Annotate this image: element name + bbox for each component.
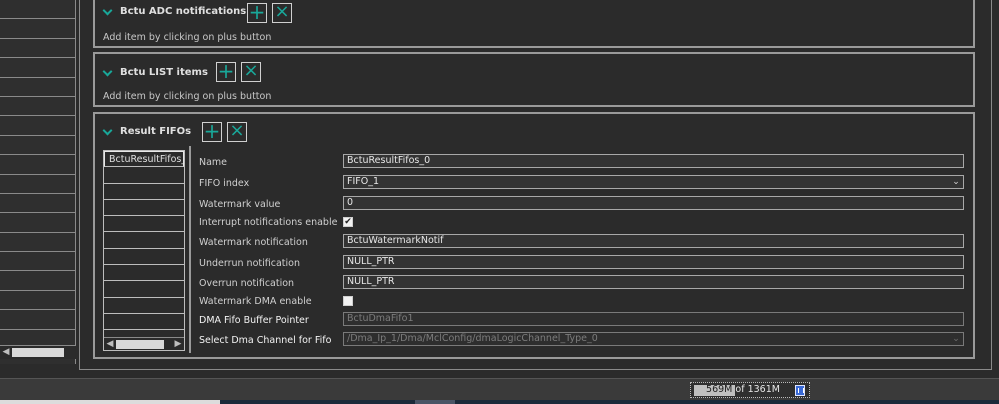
list-row[interactable] <box>0 155 75 175</box>
scrollbar-thumb[interactable] <box>12 348 64 357</box>
list-row[interactable] <box>0 310 75 330</box>
section-title: Bctu ADC notifications <box>120 6 247 17</box>
list-item[interactable] <box>104 232 184 249</box>
list-item[interactable] <box>104 216 184 233</box>
section-result-fifos: Result FIFOs BctuResultFifos_0 ◀ ▶ Name <box>93 112 975 359</box>
remove-result-fifo-button[interactable] <box>227 122 247 142</box>
add-list-item-button[interactable] <box>216 62 236 82</box>
add-result-fifo-button[interactable] <box>202 122 222 142</box>
list-row[interactable] <box>0 58 75 78</box>
remove-adc-notification-button[interactable] <box>272 3 292 23</box>
list-row[interactable] <box>0 233 75 253</box>
hint-text: Add item by clicking on plus button <box>103 32 272 43</box>
scrollbar-thumb[interactable] <box>116 340 164 349</box>
watermark-notification-field[interactable]: BctuWatermarkNotif <box>343 234 964 248</box>
name-field[interactable]: BctuResultFifos_0 <box>343 154 964 168</box>
overrun-notification-label: Overrun notification <box>199 278 295 289</box>
list-row[interactable] <box>0 291 75 311</box>
chevron-down-icon[interactable] <box>103 7 113 17</box>
list-item[interactable]: BctuResultFifos_0 <box>104 151 184 168</box>
scroll-left-icon[interactable]: ◀ <box>105 339 115 350</box>
left-horizontal-scrollbar[interactable]: ◀ <box>0 345 76 359</box>
section-title: Bctu LIST items <box>120 67 208 78</box>
section-header[interactable]: Result FIFOs <box>103 126 191 137</box>
list-row[interactable] <box>0 136 75 156</box>
section-header[interactable]: Bctu ADC notifications <box>103 6 246 17</box>
chevron-down-icon[interactable] <box>103 127 113 137</box>
list-item[interactable] <box>104 314 184 331</box>
main-editor-area: Bctu ADC notifications Add item by click… <box>79 0 992 370</box>
memory-used: 569M <box>706 384 733 395</box>
watermark-dma-label: Watermark DMA enable <box>199 296 312 307</box>
scroll-right-icon[interactable]: ▶ <box>173 339 183 350</box>
fifo-index-select[interactable]: FIFO_1 ⌄ <box>343 175 964 189</box>
list-row[interactable] <box>0 116 75 136</box>
taskbar-segment <box>415 400 455 404</box>
list-row[interactable] <box>0 39 75 59</box>
result-fifo-list: BctuResultFifos_0 ◀ ▶ <box>103 150 185 351</box>
list-row[interactable] <box>0 213 75 233</box>
list-item[interactable] <box>104 249 184 266</box>
watermark-dma-checkbox[interactable] <box>343 296 353 306</box>
chevron-down-icon[interactable] <box>103 68 113 78</box>
fifo-index-value: FIFO_1 <box>347 176 380 187</box>
list-item[interactable] <box>104 200 184 217</box>
memory-text: 569M of 1361M <box>691 384 795 395</box>
list-row[interactable] <box>0 175 75 194</box>
scroll-left-icon[interactable]: ◀ <box>1 347 11 358</box>
memory-total: of 1361M <box>735 384 780 395</box>
list-row[interactable] <box>0 19 75 39</box>
list-row[interactable] <box>0 252 75 272</box>
trash-icon[interactable] <box>795 385 805 396</box>
section-bctu-adc-notifications: Bctu ADC notifications Add item by click… <box>93 0 975 48</box>
hint-text: Add item by clicking on plus button <box>103 91 272 102</box>
section-bctu-list-items: Bctu LIST items Add item by clicking on … <box>93 52 975 107</box>
section-title: Result FIFOs <box>120 126 192 137</box>
list-item[interactable] <box>104 281 184 298</box>
pane-splitter[interactable] <box>189 146 191 353</box>
taskbar-segment <box>0 400 220 404</box>
name-label: Name <box>199 157 228 168</box>
status-bar: 569M of 1361M <box>0 378 999 400</box>
list-row[interactable] <box>0 78 75 97</box>
list-row[interactable] <box>0 0 75 20</box>
list-item[interactable] <box>104 298 184 314</box>
fifo-index-label: FIFO index <box>199 178 250 189</box>
dma-channel-value: /Dma_Ip_1/Dma/MclConfig/dmaLogicChannel_… <box>347 333 598 344</box>
watermark-value-label: Watermark value <box>199 199 281 210</box>
list-row[interactable] <box>0 97 75 117</box>
dma-channel-select[interactable]: /Dma_Ip_1/Dma/MclConfig/dmaLogicChannel_… <box>343 332 964 346</box>
fifo-list-horizontal-scrollbar[interactable]: ◀ ▶ <box>104 337 184 350</box>
underrun-notification-field[interactable]: NULL_PTR <box>343 255 964 269</box>
interrupt-notifications-checkbox[interactable]: ✔ <box>343 217 353 227</box>
taskbar <box>0 400 999 404</box>
chevron-down-icon[interactable]: ⌄ <box>951 177 961 187</box>
memory-indicator[interactable]: 569M of 1361M <box>690 382 810 398</box>
list-item[interactable] <box>104 184 184 200</box>
section-header[interactable]: Bctu LIST items <box>103 67 208 78</box>
list-item[interactable] <box>104 167 184 184</box>
add-adc-notification-button[interactable] <box>247 3 267 23</box>
dma-channel-label: Select Dma Channel for Fifo <box>199 335 332 346</box>
interrupt-notifications-label: Interrupt notifications enable <box>199 217 338 228</box>
underrun-notification-label: Underrun notification <box>199 258 300 269</box>
remove-list-item-button[interactable] <box>241 62 261 82</box>
watermark-notification-label: Watermark notification <box>199 237 308 248</box>
overrun-notification-field[interactable]: NULL_PTR <box>343 275 964 289</box>
list-row[interactable] <box>0 194 75 214</box>
left-list-pane: ◀ <box>0 0 76 364</box>
chevron-down-icon[interactable]: ⌄ <box>951 334 961 344</box>
list-row[interactable] <box>0 271 75 291</box>
dma-buffer-pointer-label: DMA Fifo Buffer Pointer <box>199 315 309 326</box>
watermark-value-field[interactable]: 0 <box>343 196 964 210</box>
dma-buffer-pointer-field[interactable]: BctuDmaFifo1 <box>343 312 964 326</box>
list-item[interactable] <box>104 265 184 282</box>
